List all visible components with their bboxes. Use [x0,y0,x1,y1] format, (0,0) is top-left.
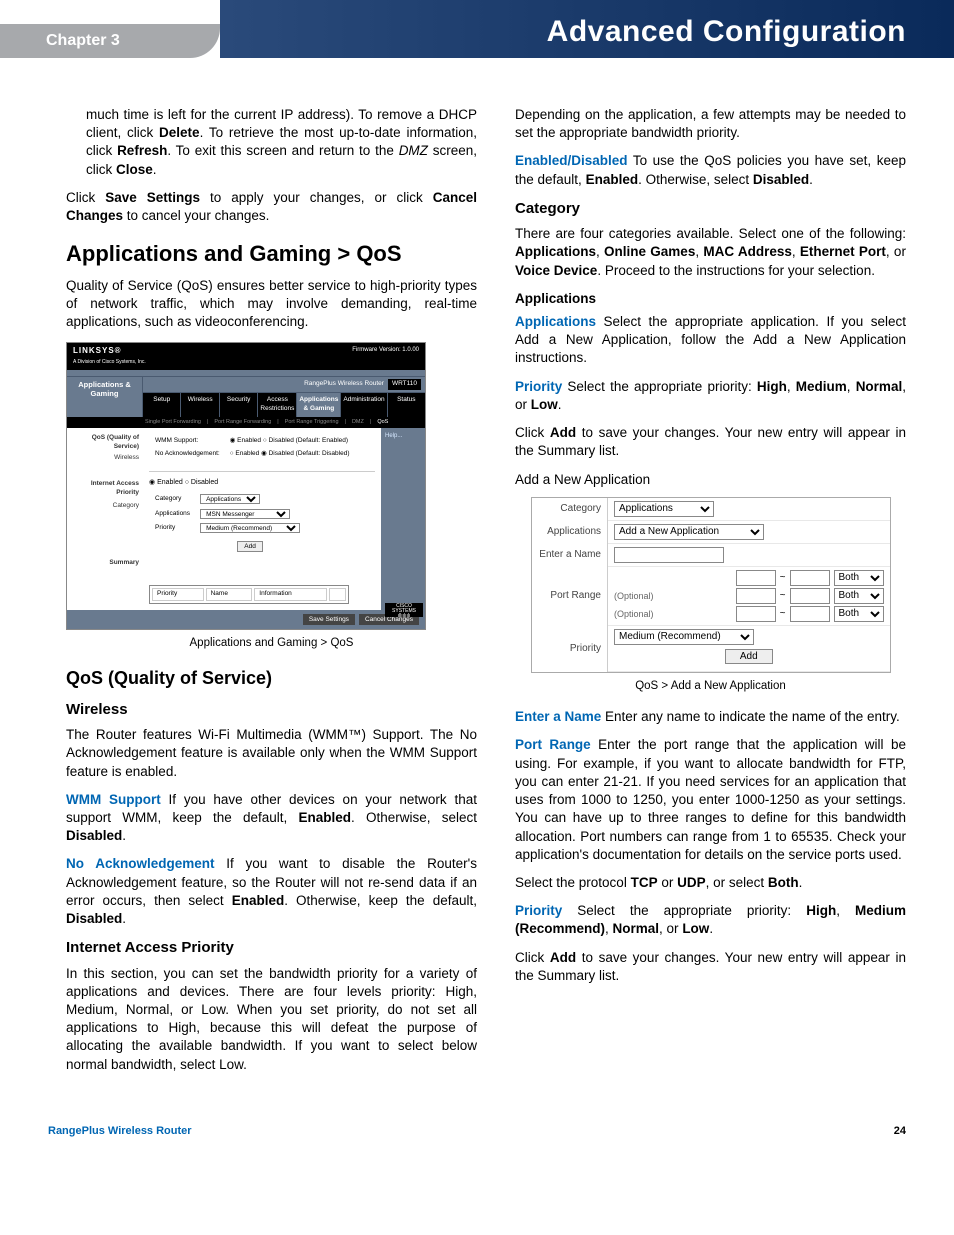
iap-desc: In this section, you can set the bandwid… [66,965,477,1074]
dhcp-paragraph: much time is left for the current IP add… [86,106,477,179]
side-label-summary: Summary [71,559,139,568]
heading-apps-gaming-qos: Applications and Gaming > QoS [66,239,477,269]
add-paragraph: Click Add to save your changes. Your new… [515,424,906,460]
side-label-category: Category [71,502,139,511]
port-from-3[interactable] [736,606,776,622]
page-number: 24 [894,1124,906,1139]
add-category-select[interactable]: Applications [614,501,714,517]
side-label-qos: QoS (Quality of Service) [71,434,139,452]
save-paragraph: Click Save Settings to apply your change… [66,189,477,225]
brand-logo: LINKSYS® [73,346,122,355]
tab-admin[interactable]: Administration [341,393,387,417]
tab-security[interactable]: Security [220,393,258,417]
label-applications: Applications [532,520,608,543]
model-label: RangePlus Wireless Router [304,380,384,389]
port-to-3[interactable] [790,606,830,622]
qos-description: Quality of Service (QoS) ensures better … [66,277,477,332]
subtab-prt[interactable]: Port Range Triggering [285,419,339,426]
add-applications-select[interactable]: Add a New Application [614,524,764,540]
left-column: much time is left for the current IP add… [66,106,477,1084]
tab-setup[interactable]: Setup [143,393,181,417]
tab-apps-gaming[interactable]: Applications & Gaming [297,393,341,417]
wmm-paragraph: WMM Support If you have other devices on… [66,791,477,846]
port-range-paragraph: Port Range Enter the port range that the… [515,736,906,864]
port-from-1[interactable] [736,570,776,586]
tab-access[interactable]: Access Restrictions [258,393,297,417]
applications-select[interactable]: MSN Messenger [200,509,290,519]
proto-select-3[interactable]: Both [834,606,884,622]
wireless-desc: The Router features Wi-Fi Multimedia (WM… [66,726,477,781]
side-label-iap: Internet Access Priority [71,480,139,498]
enter-name-input[interactable] [614,547,724,563]
right-column: Depending on the application, a few atte… [515,106,906,1084]
subtab-prf[interactable]: Port Range Forwarding [214,419,271,426]
subtab-spf[interactable]: Single Port Forwarding [145,419,201,426]
help-link[interactable]: Help... [385,433,402,439]
subtab-qos[interactable]: QoS [377,419,388,426]
tab-wireless[interactable]: Wireless [181,393,219,417]
save-settings-button[interactable]: Save Settings [303,614,355,625]
add-button[interactable]: Add [237,541,263,552]
priority2-paragraph: Priority Select the appropriate priority… [515,902,906,938]
depending-paragraph: Depending on the application, a few atte… [515,106,906,142]
heading-category: Category [515,199,906,219]
heading-iap: Internet Access Priority [66,938,477,958]
add-app-button[interactable]: Add [725,649,773,664]
enabled-disabled-paragraph: Enabled/Disabled To use the QoS policies… [515,152,906,188]
page-footer: RangePlus Wireless Router 24 [0,1114,954,1169]
add2-paragraph: Click Add to save your changes. Your new… [515,949,906,985]
add-new-app-label: Add a New Application [515,471,906,489]
heading-applications: Applications [515,290,906,308]
page-header: Chapter 3 Advanced Configuration [0,0,954,64]
label-enter-name: Enter a Name [532,543,608,566]
heading-wireless: Wireless [66,700,477,720]
category-select[interactable]: Applications [200,494,260,504]
caption-qos: Applications and Gaming > QoS [66,636,477,652]
priority-paragraph: Priority Select the appropriate priority… [515,378,906,414]
caption-add-app: QoS > Add a New Application [515,679,906,695]
proto-select-2[interactable]: Both [834,588,884,604]
tab-status[interactable]: Status [388,393,425,417]
label-priority: Priority [532,625,608,671]
section-title: Applications & Gaming [67,377,143,416]
port-to-1[interactable] [790,570,830,586]
applications-paragraph: Applications Select the appropriate appl… [515,313,906,368]
heading-qos: QoS (Quality of Service) [66,666,477,690]
screenshot-qos-page: LINKSYS® A Division of Cisco Systems, In… [66,342,426,630]
category-paragraph: There are four categories available. Sel… [515,225,906,280]
screenshot-add-application: Category Applications Applications Add a… [531,497,891,673]
protocol-paragraph: Select the protocol TCP or UDP, or selec… [515,874,906,892]
proto-select-1[interactable]: Both [834,570,884,586]
enter-name-paragraph: Enter a Name Enter any name to indicate … [515,708,906,726]
model-code: WRT110 [388,379,421,390]
port-to-2[interactable] [790,588,830,604]
label-port-range: Port Range [532,566,608,625]
firmware-label: Firmware Version: 1.0.00 [352,346,419,368]
port-from-2[interactable] [736,588,776,604]
add-priority-select[interactable]: Medium (Recommend) [614,629,754,645]
page-title: Advanced Configuration [547,12,906,53]
label-category: Category [532,498,608,521]
priority-select[interactable]: Medium (Recommend) [200,523,300,533]
noack-paragraph: No Acknowledgement If you want to disabl… [66,855,477,928]
subtab-dmz[interactable]: DMZ [352,419,364,426]
cisco-logo: CISCO SYSTEMSıllıılıılı [385,603,423,617]
product-name: RangePlus Wireless Router [48,1124,192,1139]
side-label-wireless: Wireless [71,454,139,463]
chapter-label: Chapter 3 [46,30,120,52]
